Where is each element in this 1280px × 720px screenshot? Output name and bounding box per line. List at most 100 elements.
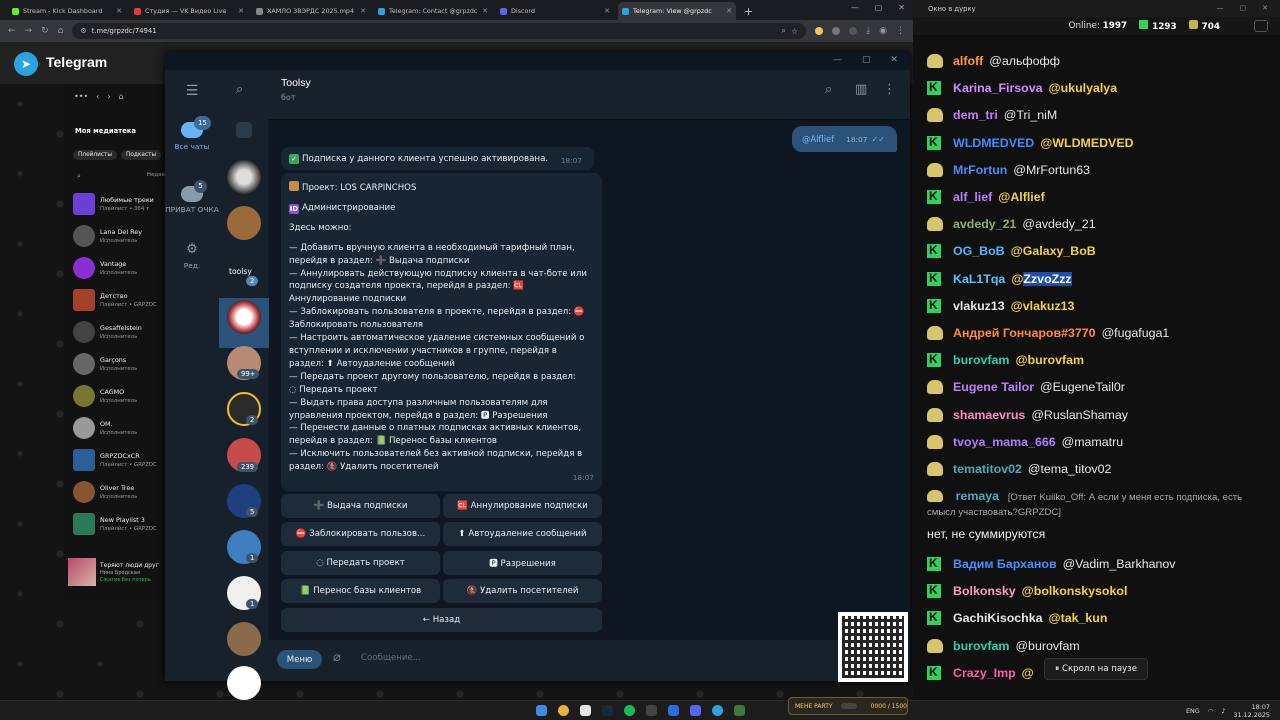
playlist-item[interactable]: Lana Del Rey Исполнитель [73,223,165,249]
btn-transfer-clients[interactable]: 📗 Перенос базы клиентов [281,579,440,603]
close-icon[interactable]: ✕ [898,3,905,12]
tab-close-icon[interactable]: ✕ [482,7,488,15]
chat-avatar[interactable] [227,300,261,334]
chat-avatar[interactable] [227,160,261,194]
app-icon[interactable] [668,705,679,716]
more-icon[interactable]: ••• [74,92,88,101]
bookmark-star-icon[interactable]: ☆ [791,27,798,36]
archive-icon[interactable] [236,122,252,138]
discord-icon[interactable] [690,705,701,716]
filter-playlists[interactable]: Плейлисты [73,150,118,160]
playlist-item[interactable]: Garçons Исполнитель [73,351,165,377]
language-indicator[interactable]: ENG [1186,707,1200,715]
btn-block-user[interactable]: ⛔ Заблокировать пользов... [281,522,440,546]
menu-dots-icon[interactable]: ⋮ [896,26,905,36]
chat-avatar[interactable] [227,206,261,240]
browser-tab[interactable]: Stream - Kick Dashboard ✕ [8,2,126,20]
incoming-message[interactable]: Проект: LOS CARPINCHOS ID Администрирован… [281,173,602,491]
maximize-icon[interactable]: ▢ [862,55,871,65]
more-vertical-icon[interactable]: ⋮ [883,82,896,97]
browser-tab[interactable]: Telegram: View @grpzdc ✕ [618,2,736,20]
incoming-message[interactable]: ✓ Подписка у данного клиента успешно акт… [281,147,594,170]
hamburger-menu-icon[interactable]: ☰ [165,82,219,100]
close-icon[interactable]: ✕ [1262,4,1268,12]
home-icon[interactable]: ⌂ [119,92,124,101]
btn-remove-visitors[interactable]: 🚷 Удалить посетителей [443,579,602,603]
wifi-icon[interactable]: ◠ [1208,707,1214,715]
browser-tab[interactable]: ХАМЛО ЗВЭРДС 2025.mp4 ✕ [252,2,370,20]
zoom-icon[interactable]: ⌕ [782,26,786,36]
clock[interactable]: 18:07 31.12.2025 [1233,703,1270,719]
new-tab-icon[interactable]: + [744,5,753,18]
search-icon[interactable]: ⌕ [825,82,832,97]
playlist-item[interactable]: Детство Плейлист • GRPZDC [73,287,165,313]
forward-icon[interactable]: › [107,92,110,101]
spotify-icon[interactable] [624,705,635,716]
minimize-icon[interactable]: — [833,55,842,65]
playlist-item[interactable]: Gesaffelstein Исполнитель [73,319,165,345]
playlist-item[interactable]: CAGMO Исполнитель [73,383,165,409]
playlist-item[interactable]: Любимые треки Плейлист • 364 т [73,191,165,217]
tab-close-icon[interactable]: ✕ [360,7,366,15]
tab-close-icon[interactable]: ✕ [726,7,732,15]
chat-header[interactable]: Toolsy бот ⌕ ▥ ⋮ [269,70,910,120]
tab-close-icon[interactable]: ✕ [238,7,244,15]
extension-icon[interactable] [832,27,841,35]
playlist-item[interactable]: OM. Исполнитель [73,415,165,441]
url-input[interactable]: ⚙ t.me/grpzdc/74941 ⌕ ☆ [72,23,807,39]
folder-all-chats[interactable]: 15 Все чаты [165,116,219,152]
sidebar-toggle-icon[interactable]: ▥ [855,82,867,97]
profile-icon[interactable]: ◉ [879,26,887,36]
outgoing-message[interactable]: @Alflief 18:07 ✓✓ [792,126,897,152]
search-icon[interactable]: ⌕ [236,82,243,97]
btn-transfer-project[interactable]: ◌ Передать проект [281,551,440,575]
close-icon[interactable]: ✕ [890,55,898,65]
btn-cancel-subscription[interactable]: 🆑 Аннулирование подписки [443,494,602,518]
steam-icon[interactable] [602,705,613,716]
maximize-icon[interactable]: ▢ [1240,4,1247,12]
start-icon[interactable] [536,705,547,716]
back-icon[interactable]: ‹ [96,92,99,101]
home-icon[interactable]: ⌂ [58,26,64,36]
obs-icon[interactable] [646,705,657,716]
playlist-item[interactable]: GRPZDCxCR Плейлист • GRPZDC [73,447,165,473]
folder-private[interactable]: 5 ПРИВАТ ОЧКА [165,180,219,215]
now-playing[interactable]: Теряют люди друг Нина Бродская Сжатие бе… [65,555,165,589]
maximize-icon[interactable]: ▢ [875,3,883,12]
playlist-item[interactable]: Oliver Tree Исполнитель [73,479,165,505]
message-input[interactable]: Сообщение... [361,653,421,663]
scroll-paused-button[interactable]: ⏸ Скролл на паузе [1044,658,1148,680]
site-info-icon[interactable]: ⚙ [80,27,86,35]
browser-tab[interactable]: Discord ✕ [496,2,614,20]
tab-close-icon[interactable]: ✕ [116,7,122,15]
forward-icon[interactable]: → [25,26,33,36]
extension-icon[interactable] [849,27,858,35]
back-icon[interactable]: ← [8,26,16,36]
telegram-icon[interactable] [712,705,723,716]
bot-menu-button[interactable]: Меню [277,650,322,669]
btn-back[interactable]: ← Назад [281,608,602,632]
settings-icon[interactable] [1254,20,1268,32]
app-icon[interactable] [734,705,745,716]
btn-permissions[interactable]: 🅿 Разрешения [443,551,602,575]
reload-icon[interactable]: ↻ [41,26,49,36]
btn-auto-delete[interactable]: ⬆ Автоудаление сообщений [443,522,602,546]
notepad-icon[interactable] [580,705,591,716]
minimize-icon[interactable]: — [851,3,859,12]
browser-tab[interactable]: Telegram: Contact @grpzdc ✕ [374,2,492,20]
tab-close-icon[interactable]: ✕ [604,7,610,15]
filter-podcasts[interactable]: Подкасты [121,150,162,160]
volume-icon[interactable]: ♪ [1221,707,1225,715]
chrome-icon[interactable] [558,705,569,716]
playlist-item[interactable]: New Playlist 3 Плейлист • GRPZDC [73,511,165,537]
playlist-item[interactable]: Vantage Исполнитель [73,255,165,281]
btn-issue-subscription[interactable]: ➕ Выдача подписки [281,494,440,518]
sort-label[interactable]: Недав [147,172,165,178]
extension-icon[interactable] [815,27,824,35]
chat-avatar[interactable] [227,622,261,656]
attach-icon[interactable]: ⌀ [333,650,341,665]
minimize-icon[interactable]: — [1217,4,1224,12]
download-icon[interactable]: ⤓ [866,26,870,36]
chat-avatar[interactable] [227,666,261,700]
browser-tab[interactable]: Студия — VK Видео Live ✕ [130,2,248,20]
